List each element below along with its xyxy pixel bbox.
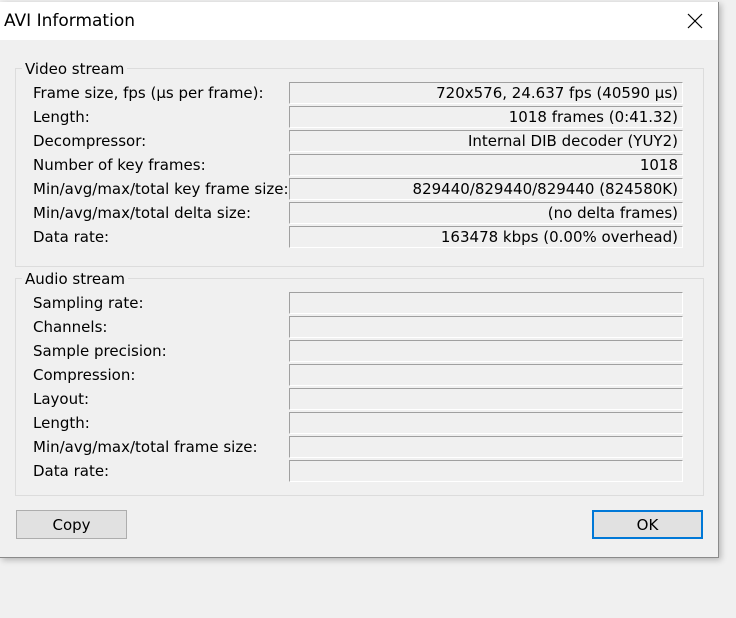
video-stream-title: Video stream (22, 60, 128, 78)
audio-row-sample-precision: Sample precision: (16, 340, 703, 362)
row-label: Sampling rate: (33, 294, 144, 312)
video-stream-group: Video stream Frame size, fps (µs per fra… (15, 60, 704, 267)
row-value (289, 364, 683, 386)
title-bar: AVI Information (0, 2, 718, 40)
row-value (289, 388, 683, 410)
audio-row-channels: Channels: (16, 316, 703, 338)
video-row-data-rate: Data rate: 163478 kbps (0.00% overhead) (16, 226, 703, 248)
row-label: Data rate: (33, 228, 110, 246)
row-label: Frame size, fps (µs per frame): (33, 84, 264, 102)
video-row-key-frame-size: Min/avg/max/total key frame size: 829440… (16, 178, 703, 200)
row-label: Number of key frames: (33, 156, 206, 174)
row-label: Decompressor: (33, 132, 147, 150)
video-row-decompressor: Decompressor: Internal DIB decoder (YUY2… (16, 130, 703, 152)
row-value (289, 436, 683, 458)
audio-stream-title: Audio stream (22, 270, 128, 288)
row-value: 1018 frames (0:41.32) (289, 106, 683, 128)
video-row-key-frames: Number of key frames: 1018 (16, 154, 703, 176)
row-label: Min/avg/max/total key frame size: (33, 180, 289, 198)
close-icon (687, 13, 703, 29)
row-value (289, 412, 683, 434)
video-row-length: Length: 1018 frames (0:41.32) (16, 106, 703, 128)
row-label: Data rate: (33, 462, 110, 480)
row-label: Min/avg/max/total frame size: (33, 438, 258, 456)
row-label: Channels: (33, 318, 108, 336)
row-value: 829440/829440/829440 (824580K) (289, 178, 683, 200)
row-value: 1018 (289, 154, 683, 176)
row-label: Min/avg/max/total delta size: (33, 204, 252, 222)
row-label: Layout: (33, 390, 90, 408)
close-button[interactable] (672, 2, 718, 40)
row-label: Length: (33, 414, 90, 432)
audio-stream-group: Audio stream Sampling rate: Channels: Sa… (15, 270, 704, 496)
ok-button[interactable]: OK (592, 510, 703, 539)
row-value: 720x576, 24.637 fps (40590 µs) (289, 82, 683, 104)
row-value: Internal DIB decoder (YUY2) (289, 130, 683, 152)
row-value: (no delta frames) (289, 202, 683, 224)
row-label: Length: (33, 108, 90, 126)
copy-button[interactable]: Copy (16, 510, 127, 539)
video-row-delta-size: Min/avg/max/total delta size: (no delta … (16, 202, 703, 224)
window-title: AVI Information (4, 11, 135, 31)
video-row-frame-size: Frame size, fps (µs per frame): 720x576,… (16, 82, 703, 104)
row-value (289, 292, 683, 314)
row-value (289, 316, 683, 338)
audio-row-sampling-rate: Sampling rate: (16, 292, 703, 314)
row-value: 163478 kbps (0.00% overhead) (289, 226, 683, 248)
row-label: Compression: (33, 366, 136, 384)
audio-row-layout: Layout: (16, 388, 703, 410)
row-label: Sample precision: (33, 342, 167, 360)
row-value (289, 340, 683, 362)
audio-row-frame-size: Min/avg/max/total frame size: (16, 436, 703, 458)
audio-row-compression: Compression: (16, 364, 703, 386)
audio-row-length: Length: (16, 412, 703, 434)
row-value (289, 460, 683, 482)
audio-row-data-rate: Data rate: (16, 460, 703, 482)
avi-information-dialog: AVI Information Video stream Frame size,… (0, 2, 719, 558)
